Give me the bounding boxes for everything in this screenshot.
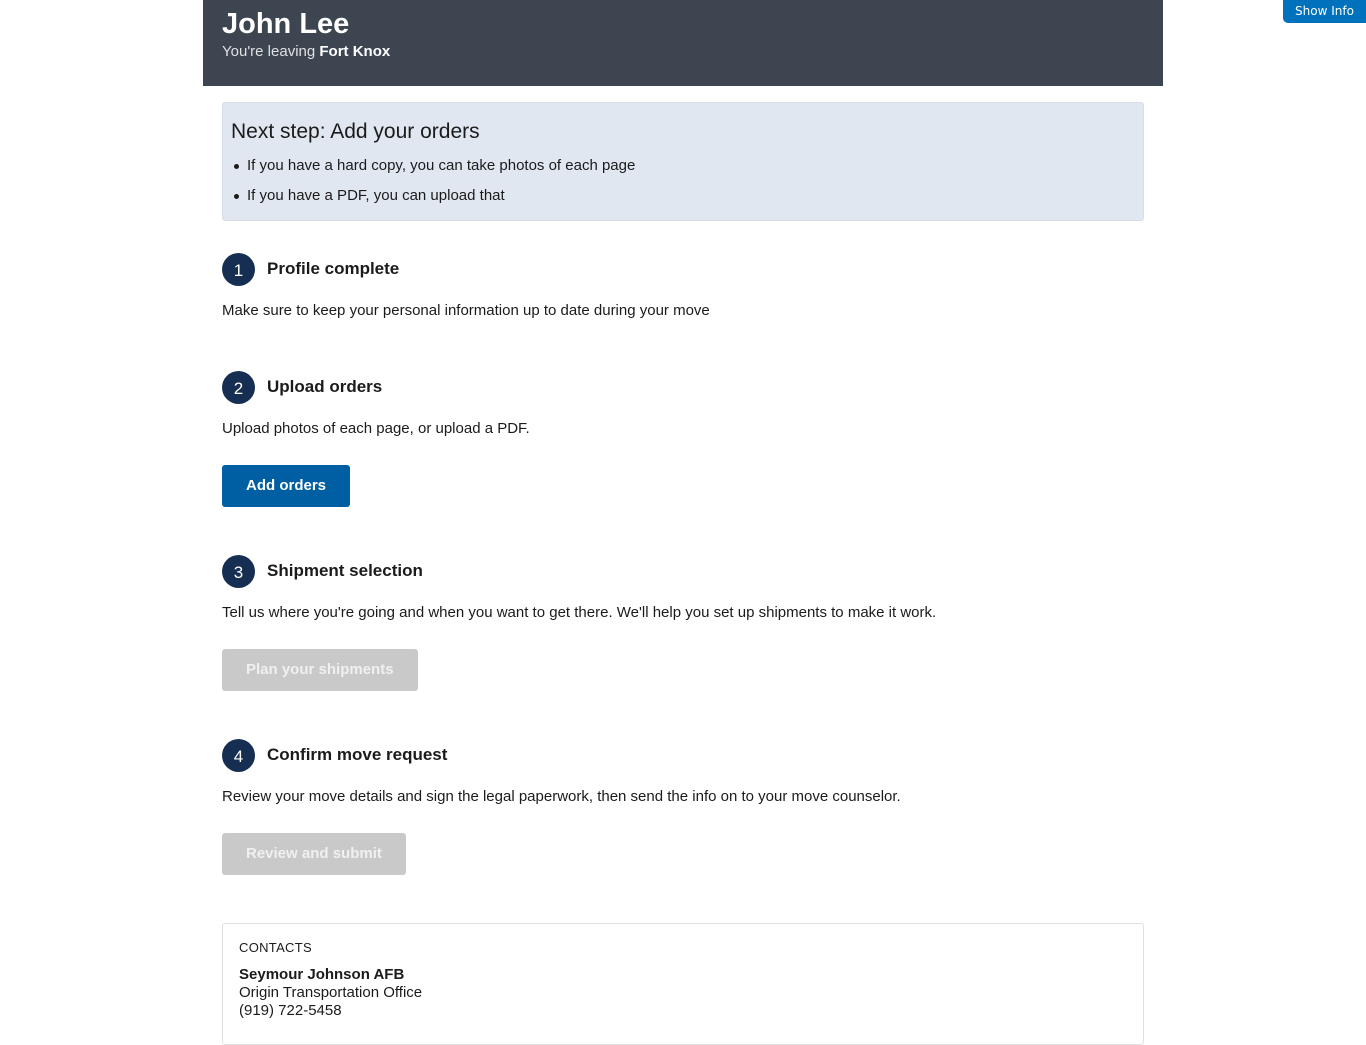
step-description: Review your move details and sign the le… <box>222 788 901 805</box>
office-type: Origin Transportation Office <box>239 984 423 1001</box>
alert-list: If you have a hard copy, you can take ph… <box>231 151 635 211</box>
leaving-text: You're leaving Fort Knox <box>222 42 390 62</box>
office-name: Seymour Johnson AFB <box>239 966 405 983</box>
alert-title: Next step: Add your orders <box>231 120 480 143</box>
step-title: Shipment selection <box>267 561 423 580</box>
review-and-submit-button[interactable]: Review and submit <box>222 833 406 875</box>
step-number: 1 <box>222 253 255 286</box>
contacts-card: Contacts Seymour Johnson AFB Origin Tran… <box>222 923 1144 1045</box>
show-info-button[interactable]: Show Info <box>1283 0 1366 23</box>
office-phone: (919) 722-5458 <box>239 1002 342 1019</box>
step-number: 4 <box>222 739 255 772</box>
alert-list-item: If you have a PDF, you can upload that <box>231 181 635 211</box>
contacts-label: Contacts <box>239 940 312 955</box>
step-title: Confirm move request <box>267 745 448 764</box>
step-title: Upload orders <box>267 377 383 396</box>
step-number: 2 <box>222 371 255 404</box>
step-description: Tell us where you're going and when you … <box>222 604 937 621</box>
origin-duty-location: Fort Knox <box>319 43 391 60</box>
plan-shipments-button[interactable]: Plan your shipments <box>222 649 418 691</box>
add-orders-button[interactable]: Add orders <box>222 465 351 507</box>
page-header: John Lee You're leaving Fort Knox <box>203 0 1163 86</box>
step-description: Make sure to keep your personal informat… <box>222 302 710 319</box>
leaving-prefix: You're leaving <box>222 43 316 60</box>
step-description: Upload photos of each page, or upload a … <box>222 420 530 437</box>
step-title: Profile complete <box>267 259 400 278</box>
customer-name: John Lee <box>222 8 350 40</box>
next-step-alert: Next step: Add your orders If you have a… <box>222 102 1144 221</box>
alert-list-item: If you have a hard copy, you can take ph… <box>231 151 635 181</box>
step-number: 3 <box>222 555 255 588</box>
